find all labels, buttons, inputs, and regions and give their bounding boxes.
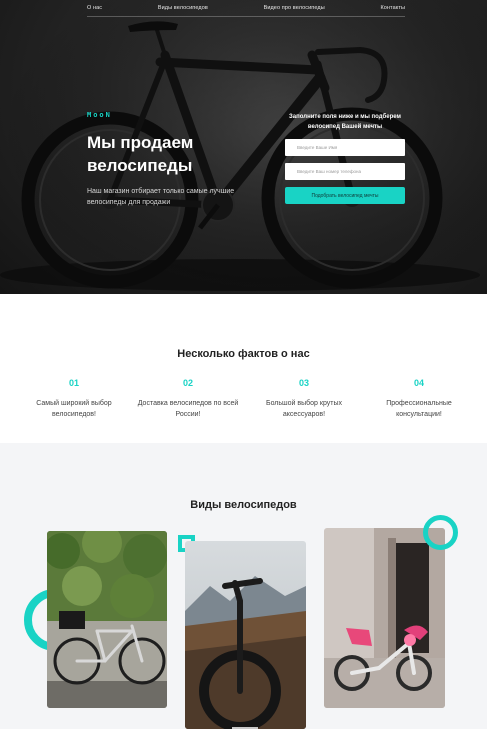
bike-type-card-mountain[interactable] (185, 541, 306, 729)
fact-item: 03 Большой выбор крутых аксессуаров! (252, 378, 356, 420)
fact-text: Большой выбор крутых аксессуаров! (265, 400, 343, 418)
kids-bike-photo (324, 528, 445, 708)
nav-link-about[interactable]: О нас (87, 5, 102, 11)
fact-item: 01 Самый широкий выбор велосипедов! (22, 378, 126, 420)
fact-item: 04 Профессиональные консультации! (367, 378, 471, 420)
nav-link-videos[interactable]: Видео про велосипеды (264, 5, 325, 11)
submit-button[interactable]: Подобрать велосипед мечты (285, 187, 405, 204)
form-title: Заполните поля ниже и мы подберем велоси… (289, 114, 401, 130)
nav-link-bike-types[interactable]: Виды велосипедов (158, 5, 208, 11)
mountain-bike-photo (185, 541, 306, 729)
hero-subtitle: Наш магазин отбирает только самые лучшие… (87, 188, 235, 206)
fact-number: 02 (182, 378, 193, 388)
fact-number: 03 (298, 378, 309, 388)
fact-text: Доставка велосипедов по всей России! (137, 400, 239, 418)
hero-section: О нас Виды велосипедов Видео про велосип… (0, 0, 487, 294)
bike-type-card-city[interactable] (47, 531, 167, 708)
city-bike-photo (47, 531, 167, 708)
facts-title: Несколько фактов о нас (177, 348, 310, 360)
fact-number: 04 (413, 378, 424, 388)
name-input[interactable] (285, 139, 405, 156)
decorative-ring (423, 515, 458, 550)
top-nav: О нас Виды велосипедов Видео про велосип… (87, 0, 405, 17)
fact-text: Профессиональные консультации! (386, 400, 452, 418)
hero-title: Мы продаем велосипеды (87, 133, 194, 175)
fact-text: Самый широкий выбор велосипедов! (36, 400, 112, 418)
brand-logo[interactable]: MooN (87, 111, 112, 119)
bike-types-title: Виды велосипедов (190, 499, 297, 511)
phone-input[interactable] (285, 163, 405, 180)
bike-request-form: Заполните поля ниже и мы подберем велоси… (285, 112, 405, 204)
bike-types-section: Виды велосипедов (0, 443, 487, 729)
bike-type-card-kids[interactable] (324, 528, 445, 708)
fact-item: 02 Доставка велосипедов по всей России! (136, 378, 240, 420)
nav-link-contacts[interactable]: Контакты (380, 5, 405, 11)
fact-number: 01 (68, 378, 79, 388)
facts-section: Несколько фактов о нас 01 Самый широкий … (0, 294, 487, 443)
